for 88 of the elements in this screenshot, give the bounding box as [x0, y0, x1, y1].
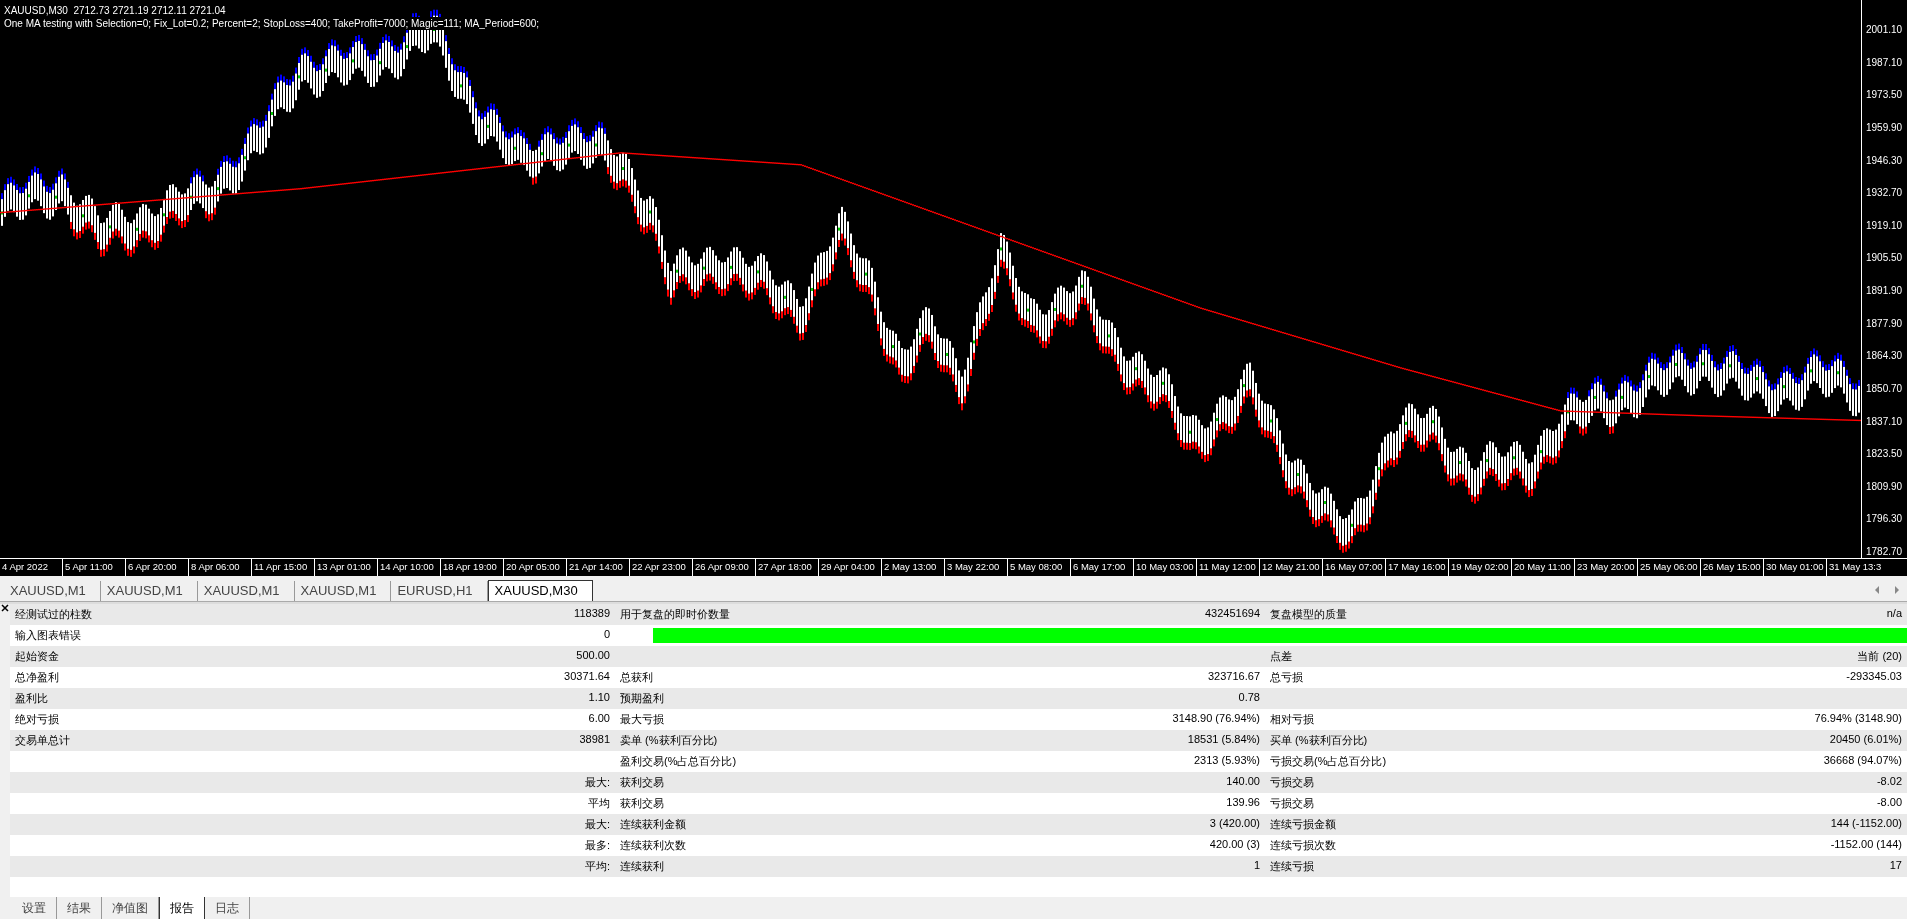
report-value: 0.78: [1238, 691, 1260, 705]
report-label: 亏损交易(%占总百分比): [1270, 754, 1387, 769]
price-label: 2001.10: [1865, 24, 1904, 36]
close-icon[interactable]: [1, 604, 9, 612]
report-value: 0: [603, 628, 610, 642]
report-value: 最多:: [584, 838, 610, 853]
price-label: 1864.30: [1865, 350, 1904, 363]
report-value: 76.94% (3148.90): [1814, 712, 1902, 726]
report-value: 323716.67: [1208, 670, 1260, 684]
report-value: 1.10: [588, 691, 610, 705]
price-label: 1796.30: [1865, 513, 1904, 526]
price-label: 1809.90: [1865, 480, 1904, 493]
symbol-info: XAUUSD,M30 2712.73 2721.19 2712.11 2721.04: [4, 4, 226, 17]
report-value: 18531 (5.84%): [1187, 733, 1260, 747]
price-label: 1905.50: [1865, 252, 1904, 265]
report-value: 38981: [579, 733, 610, 747]
report-value: 3 (420.00): [1209, 817, 1260, 831]
price-label: 1946.30: [1865, 154, 1904, 167]
tester-tab[interactable]: 报告: [159, 897, 205, 919]
report-value: 3148.90 (76.94%): [1172, 712, 1260, 726]
price-label: 1837.10: [1865, 415, 1904, 428]
expert-info: One MA testing with Selection=0; Fix_Lot=0.2; Percent=2; StopLoss=400; TakeProfit=7000; Magic=111; MA_Period=600;: [4, 17, 540, 30]
report-label: 连续获利: [620, 859, 664, 874]
report-value: 2313 (5.93%): [1193, 754, 1260, 768]
report-label: 复盘模型的质量: [1270, 607, 1347, 622]
report-value: 20450 (6.01%): [1829, 733, 1902, 747]
price-label: 1959.90: [1865, 121, 1904, 134]
scroll-left-icon[interactable]: [1873, 585, 1881, 595]
report-label: 总获利: [620, 670, 653, 685]
report-label: 相对亏损: [1270, 712, 1314, 727]
price-label: 1919.10: [1865, 219, 1904, 232]
scroll-right-icon[interactable]: [1893, 585, 1901, 595]
report-label: 起始资金: [15, 649, 59, 664]
price-label: 1823.50: [1865, 448, 1904, 461]
report-label: 连续获利次数: [620, 838, 686, 853]
report-value: 500.00: [576, 649, 610, 663]
report-label: 最大亏损: [620, 712, 664, 727]
report-value: -1152.00 (144): [1830, 838, 1902, 852]
report-value: 最大:: [584, 775, 610, 790]
price-label: 1891.90: [1865, 285, 1904, 297]
price-label: 1877.90: [1865, 317, 1904, 330]
price-label: 1973.50: [1865, 89, 1904, 102]
report-value: -293345.03: [1846, 670, 1902, 684]
report-label: 盈利比: [15, 691, 48, 706]
report-label: 连续亏损: [1270, 859, 1314, 874]
report-label: 交易单总计: [15, 733, 70, 748]
report-value: 当前 (20): [1857, 649, 1902, 664]
report-value: 平均:: [584, 859, 610, 874]
chart-tab[interactable]: XAUUSD,M30: [487, 580, 593, 601]
time-label: 4 Apr 2022: [1, 560, 49, 574]
report-value: 144 (-1152.00): [1830, 817, 1902, 831]
report-label: 连续亏损次数: [1270, 838, 1336, 853]
report-label: 买单 (%获利百分比): [1270, 733, 1368, 748]
report-label: 获利交易: [620, 796, 664, 811]
report-label: 输入图表错误: [15, 628, 81, 643]
report-value: 432451694: [1204, 607, 1260, 621]
report-value: 17: [1889, 859, 1902, 873]
report-label: 获利交易: [620, 775, 664, 790]
report-value: 6.00: [588, 712, 610, 726]
report-label: 经测试过的柱数: [15, 607, 92, 622]
report-label: 绝对亏损: [15, 712, 59, 727]
report-value: 最大:: [584, 817, 610, 832]
report-label: 连续获利金额: [620, 817, 686, 832]
report-label: 连续亏损金额: [1270, 817, 1336, 832]
report-label: 亏损交易: [1270, 775, 1314, 790]
report-label: 用于复盘的即时价数量: [620, 607, 730, 622]
report-label: 亏损交易: [1270, 796, 1314, 811]
report-value: 140.00: [1226, 775, 1260, 789]
report-value: 平均: [588, 796, 610, 811]
report-label: 卖单 (%获利百分比): [620, 733, 718, 748]
report-value: 139.96: [1226, 796, 1260, 810]
report-value: -8.02: [1876, 775, 1902, 789]
report-label: 总亏损: [1270, 670, 1303, 685]
price-label: 1987.10: [1865, 56, 1904, 69]
report-label: 总净盈利: [15, 670, 59, 685]
report-label: 盈利交易(%占总百分比): [620, 754, 737, 769]
report-label: 预期盈利: [620, 691, 664, 706]
report-value: 30371.64: [564, 670, 610, 684]
report-value: 1: [1253, 859, 1260, 873]
report-value: 420.00 (3): [1209, 838, 1260, 852]
report-label: 点差: [1270, 649, 1292, 664]
report-value: n/a: [1886, 607, 1902, 621]
price-label: 1850.70: [1865, 382, 1904, 395]
price-label: 1782.70: [1865, 546, 1904, 558]
report-value: 118389: [574, 607, 610, 621]
report-value: -8.00: [1876, 796, 1902, 810]
price-label: 1932.70: [1865, 187, 1904, 200]
report-value: 36668 (94.07%): [1823, 754, 1902, 768]
